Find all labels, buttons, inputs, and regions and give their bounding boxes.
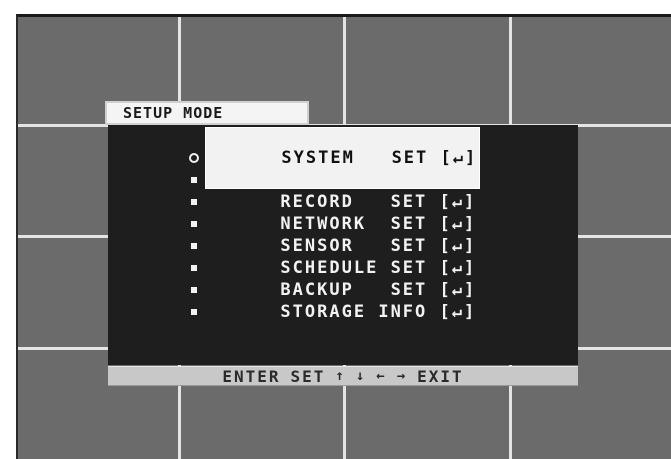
footer-exit[interactable]: EXIT	[417, 367, 464, 386]
setup-mode-title: SETUP MODE	[105, 101, 309, 125]
right-arrow-icon: →	[396, 368, 408, 384]
menu-item-label: STORAGE	[280, 302, 367, 322]
selected-circle-icon	[183, 153, 205, 163]
footer-key-hints: ENTER SET ↑ ↓ ← → EXIT	[108, 366, 578, 386]
down-arrow-icon: ↓	[355, 368, 367, 384]
bullet-square-icon	[183, 199, 205, 205]
left-arrow-icon: ←	[376, 368, 387, 384]
menu-item-storage[interactable]: STORAGE INFO [↵]	[183, 301, 478, 323]
bullet-square-icon	[183, 177, 205, 183]
bullet-square-icon	[183, 265, 205, 271]
footer-set: SET	[290, 366, 326, 386]
bullet-square-icon	[183, 287, 205, 293]
bullet-square-icon	[183, 243, 205, 249]
enter-key-icon: [↵]	[439, 302, 477, 322]
setup-menu-panel: SYSTEM SET [↵] DISPLAY SET [↵] RECORD SE…	[108, 125, 578, 365]
footer-enter: ENTER	[222, 366, 281, 386]
up-arrow-icon: ↑	[335, 368, 346, 384]
bullet-square-icon	[183, 221, 205, 227]
menu-item-action: INFO	[378, 302, 428, 322]
bullet-square-icon	[183, 309, 205, 315]
